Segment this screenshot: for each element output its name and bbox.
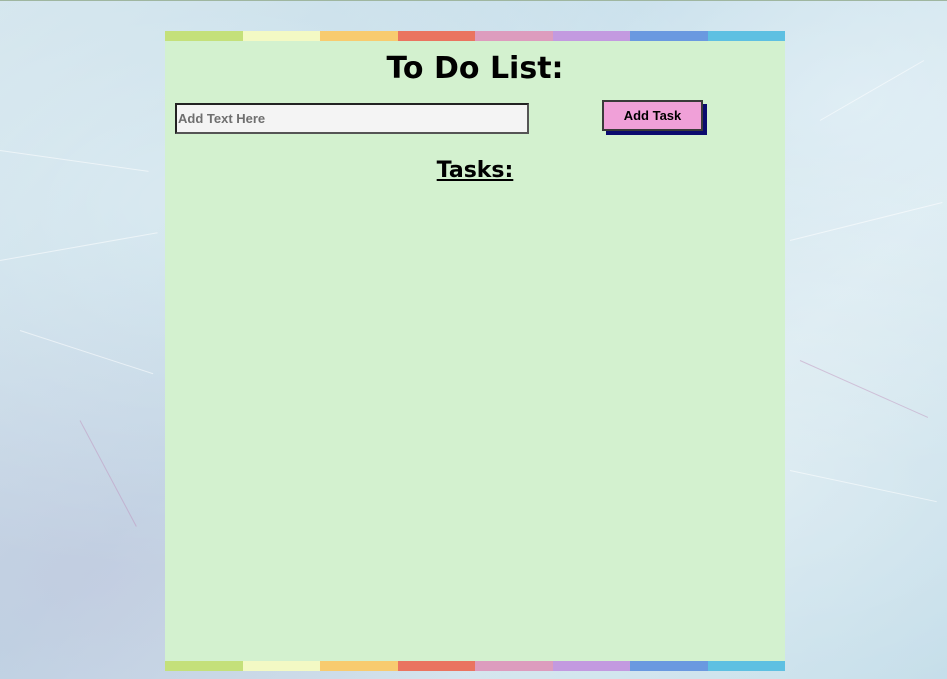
stripe-segment bbox=[397, 31, 475, 41]
stripe-segment bbox=[165, 661, 243, 671]
rainbow-stripe-bottom bbox=[165, 661, 785, 671]
stripe-segment bbox=[707, 661, 785, 671]
todo-card: To Do List: Add Task Tasks: bbox=[165, 31, 785, 671]
task-input[interactable] bbox=[175, 103, 529, 134]
add-task-button[interactable]: Add Task bbox=[602, 100, 703, 131]
stripe-segment bbox=[552, 31, 630, 41]
stripe-segment bbox=[320, 661, 398, 671]
task-list bbox=[175, 196, 775, 656]
window-top-border bbox=[0, 0, 947, 1]
rainbow-stripe-top bbox=[165, 31, 785, 41]
stripe-segment bbox=[630, 661, 708, 671]
stripe-segment bbox=[475, 661, 553, 671]
stripe-segment bbox=[320, 31, 398, 41]
page-title: To Do List: bbox=[386, 51, 564, 86]
stripe-segment bbox=[242, 31, 320, 41]
stripe-segment bbox=[552, 661, 630, 671]
stripe-segment bbox=[707, 31, 785, 41]
stripe-segment bbox=[475, 31, 553, 41]
stripe-segment bbox=[242, 661, 320, 671]
stripe-segment bbox=[630, 31, 708, 41]
stripe-segment bbox=[397, 661, 475, 671]
tasks-heading: Tasks: bbox=[436, 158, 514, 183]
stripe-segment bbox=[165, 31, 243, 41]
